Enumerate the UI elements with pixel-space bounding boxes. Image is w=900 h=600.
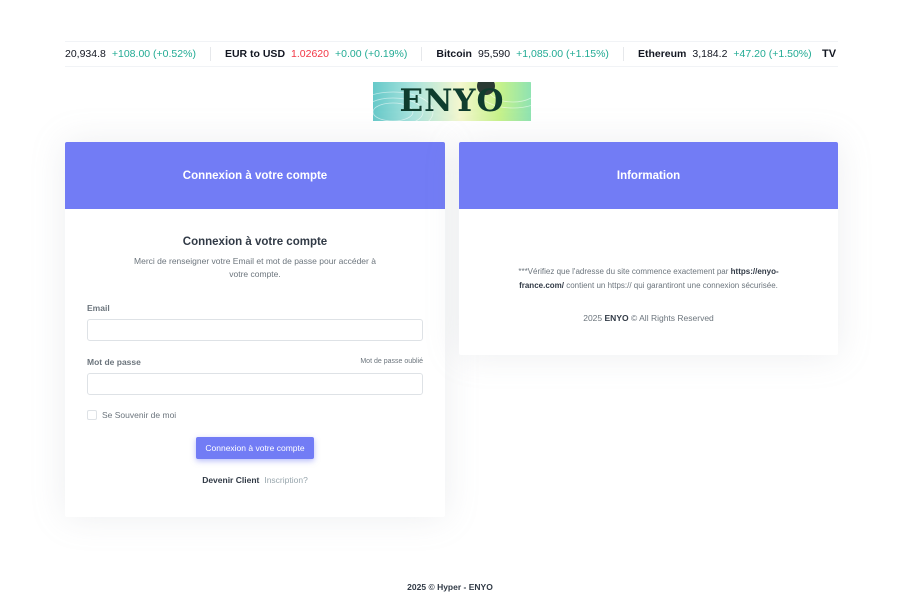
remember-me-checkbox[interactable] bbox=[87, 410, 97, 420]
ticker-item-price: 95,590 bbox=[477, 48, 511, 60]
ticker-item[interactable]: 20,934.8 +108.00 (+0.52%) bbox=[65, 47, 211, 61]
signup-link[interactable]: Inscription? bbox=[264, 475, 307, 485]
enyo-logo: ENYO bbox=[373, 82, 531, 121]
ticker-item-change: +1,085.00 (+1.15%) bbox=[516, 48, 609, 60]
ticker-item[interactable]: Bitcoin 95,590 +1,085.00 (+1.15%) bbox=[422, 47, 624, 61]
forgot-password-link[interactable]: Mot de passe oublié bbox=[360, 358, 423, 365]
email-field[interactable] bbox=[87, 319, 423, 341]
ticker-item-change: +0.00 (+0.19%) bbox=[335, 48, 408, 60]
signup-row: Devenir Client Inscription? bbox=[65, 475, 445, 485]
ticker-bar: 20,934.8 +108.00 (+0.52%) EUR to USD 1.0262… bbox=[65, 41, 838, 67]
login-submit-button[interactable]: Connexion à votre compte bbox=[196, 437, 314, 459]
tradingview-logo-icon[interactable]: TV bbox=[820, 42, 838, 66]
remember-me[interactable]: Se Souvenir de moi bbox=[87, 410, 176, 420]
copyright-brand: ENYO bbox=[604, 313, 629, 323]
email-label: Email bbox=[87, 303, 110, 313]
copyright-suffix: © All Rights Reserved bbox=[630, 313, 714, 323]
login-title: Connexion à votre compte bbox=[182, 236, 328, 248]
login-description: Merci de renseigner votre Email et mot d… bbox=[134, 256, 376, 279]
remember-me-label: Se Souvenir de moi bbox=[102, 410, 177, 420]
become-client-text: Devenir Client bbox=[202, 475, 260, 485]
security-notice: ***Vérifiez que l'adresse du site commen… bbox=[499, 265, 798, 293]
ticker-item-name: Bitcoin bbox=[436, 48, 472, 60]
ticker-item[interactable]: Ethereum 3,184.2 +47.20 (+1.50%) bbox=[624, 47, 827, 61]
info-card-header: Information bbox=[459, 142, 838, 209]
ticker-item-price: 20,934.8 bbox=[65, 48, 106, 60]
notice-suffix: contient un https:// qui garantiront une… bbox=[563, 281, 778, 290]
ticker-item-price: 3,184.2 bbox=[692, 48, 728, 60]
page-footer: 2025 © Hyper - ENYO bbox=[407, 582, 493, 592]
info-card: Information ***Vérifiez que l'adresse du… bbox=[459, 142, 838, 355]
ticker-item-name: EUR to USD bbox=[224, 48, 286, 60]
ticker-item-name: Ethereum bbox=[637, 48, 687, 60]
ticker-item[interactable]: EUR to USD 1.02620 +0.00 (+0.19%) bbox=[211, 47, 423, 61]
ticker-item-change: +47.20 (+1.50%) bbox=[733, 48, 812, 60]
ticker-item-change: +108.00 (+0.52%) bbox=[111, 48, 196, 60]
ticker-item-price: 1.02620 bbox=[291, 48, 329, 60]
copyright-year: 2025 bbox=[583, 313, 603, 323]
ticker-track: 20,934.8 +108.00 (+0.52%) EUR to USD 1.0262… bbox=[65, 47, 838, 61]
notice-prefix: ***Vérifiez que l'adresse du site commen… bbox=[518, 267, 731, 276]
password-label: Mot de passe bbox=[87, 357, 141, 367]
login-card-header: Connexion à votre compte bbox=[65, 142, 445, 209]
login-card: Connexion à votre compte Connexion à vot… bbox=[65, 142, 445, 517]
info-copyright: 2025 ENYO © All Rights Reserved bbox=[459, 313, 838, 323]
password-field[interactable] bbox=[87, 373, 423, 395]
logo-text: ENYO bbox=[399, 83, 505, 119]
